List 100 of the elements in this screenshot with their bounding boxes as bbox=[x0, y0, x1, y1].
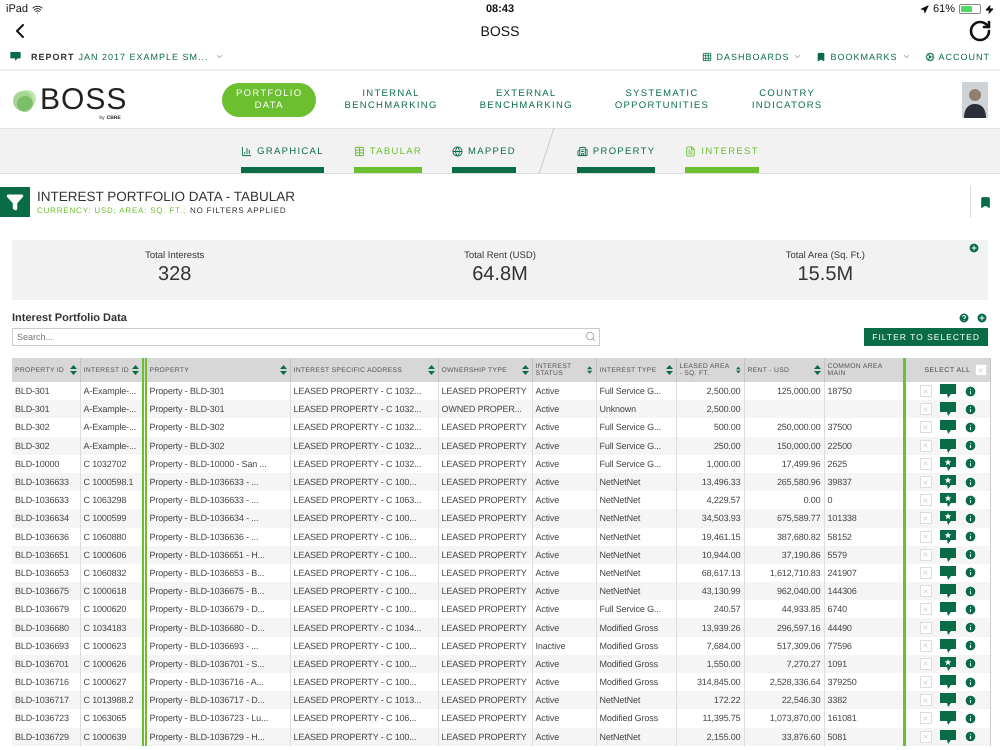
comment-icon[interactable] bbox=[940, 584, 956, 598]
row-checkbox[interactable] bbox=[920, 421, 932, 434]
sort-icon[interactable] bbox=[280, 365, 286, 375]
comment-icon[interactable] bbox=[940, 420, 956, 434]
level-tab[interactable]: PROPERTY bbox=[576, 146, 656, 173]
cross-icon bbox=[922, 551, 929, 558]
comment-icon[interactable] bbox=[940, 602, 956, 616]
row-checkbox[interactable] bbox=[920, 730, 932, 743]
comment-icon[interactable] bbox=[940, 693, 956, 708]
row-checkbox[interactable] bbox=[920, 403, 932, 416]
info-icon[interactable] bbox=[964, 476, 976, 489]
info-icon[interactable] bbox=[964, 384, 976, 398]
sort-icon[interactable] bbox=[428, 365, 434, 375]
add-button[interactable] bbox=[968, 242, 980, 254]
info-icon[interactable] bbox=[964, 402, 976, 416]
info-icon[interactable] bbox=[964, 712, 976, 725]
comment-icon[interactable] bbox=[940, 438, 956, 453]
view-tab[interactable]: GRAPHICAL bbox=[241, 146, 324, 173]
info-icon[interactable] bbox=[964, 494, 976, 507]
info-icon[interactable] bbox=[964, 512, 976, 525]
battery-icon bbox=[959, 4, 982, 14]
info-icon[interactable] bbox=[964, 439, 976, 452]
starred-comment-icon[interactable] bbox=[940, 493, 956, 508]
row-checkbox[interactable] bbox=[920, 640, 932, 652]
view-tab[interactable]: MAPPED bbox=[452, 146, 516, 173]
info-icon[interactable] bbox=[964, 566, 976, 580]
main-tab[interactable]: EXTERNAL BENCHMARKING bbox=[466, 82, 587, 116]
row-checkbox[interactable] bbox=[920, 658, 932, 670]
cross-icon bbox=[922, 624, 929, 632]
info-icon[interactable] bbox=[964, 621, 976, 634]
comment-icon[interactable] bbox=[940, 548, 956, 562]
comment-icon[interactable] bbox=[940, 402, 956, 416]
info-icon[interactable] bbox=[964, 530, 976, 544]
help-icon[interactable] bbox=[958, 312, 970, 324]
row-checkbox[interactable] bbox=[920, 530, 932, 543]
row-checkbox[interactable] bbox=[920, 512, 932, 524]
starred-comment-icon[interactable] bbox=[940, 511, 956, 526]
table-cell: Active bbox=[532, 728, 596, 746]
info-icon[interactable] bbox=[964, 676, 976, 689]
comment-icon[interactable] bbox=[940, 620, 956, 635]
row-checkbox[interactable] bbox=[920, 694, 932, 706]
info-icon[interactable] bbox=[964, 457, 976, 470]
sort-icon[interactable] bbox=[70, 365, 76, 375]
sort-icon[interactable] bbox=[132, 365, 138, 375]
row-checkbox[interactable] bbox=[920, 458, 932, 470]
starred-comment-icon[interactable] bbox=[940, 456, 956, 471]
starred-comment-icon[interactable] bbox=[940, 656, 956, 671]
row-checkbox[interactable] bbox=[920, 385, 932, 398]
comment-icon[interactable] bbox=[940, 638, 956, 653]
info-icon[interactable] bbox=[964, 420, 976, 434]
sort-icon[interactable] bbox=[814, 365, 820, 375]
info-icon[interactable] bbox=[964, 602, 976, 616]
row-checkbox[interactable] bbox=[920, 622, 932, 634]
sort-icon[interactable] bbox=[587, 365, 592, 375]
menu-link[interactable]: BOOKMARKS bbox=[802, 52, 910, 62]
search-field[interactable]: Search... bbox=[12, 328, 600, 346]
row-checkbox[interactable] bbox=[920, 548, 932, 561]
cross-icon bbox=[922, 514, 929, 522]
select-all-checkbox[interactable] bbox=[974, 364, 986, 376]
info-icon[interactable] bbox=[964, 657, 976, 670]
info-icon[interactable] bbox=[964, 548, 976, 562]
comment-icon[interactable] bbox=[940, 566, 956, 580]
info-icon[interactable] bbox=[964, 639, 976, 652]
report-dropdown[interactable]: JAN 2017 EXAMPLE SM... bbox=[78, 52, 224, 62]
comment-icon[interactable] bbox=[940, 384, 956, 398]
refresh-button[interactable] bbox=[968, 19, 992, 43]
main-tab[interactable]: COUNTRY INDICATORS bbox=[737, 82, 838, 116]
row-checkbox[interactable] bbox=[920, 566, 932, 579]
filter-button[interactable] bbox=[0, 187, 30, 217]
info-icon[interactable] bbox=[964, 730, 976, 744]
row-checkbox[interactable] bbox=[920, 440, 932, 452]
bar-chart-icon bbox=[241, 146, 252, 157]
row-checkbox[interactable] bbox=[920, 585, 932, 598]
main-tab[interactable]: SYSTEMATIC OPPORTUNITIES bbox=[600, 82, 724, 116]
row-checkbox[interactable] bbox=[920, 603, 932, 616]
comment-icon[interactable] bbox=[940, 675, 956, 690]
starred-comment-icon[interactable] bbox=[940, 475, 956, 490]
main-tab[interactable]: INTERNAL BENCHMARKING bbox=[330, 82, 452, 116]
comment-icon[interactable] bbox=[940, 730, 956, 744]
starred-comment-icon[interactable] bbox=[940, 530, 956, 544]
stat-label: Total Rent (USD) bbox=[464, 250, 536, 261]
row-checkbox[interactable] bbox=[920, 712, 932, 724]
add-icon[interactable] bbox=[976, 312, 988, 324]
cross-icon bbox=[922, 642, 929, 650]
row-checkbox[interactable] bbox=[920, 476, 932, 488]
table-cell: 2,155.00 bbox=[676, 728, 744, 746]
row-checkbox[interactable] bbox=[920, 676, 932, 688]
comment-icon[interactable] bbox=[940, 711, 956, 726]
info-icon[interactable] bbox=[964, 694, 976, 707]
sort-icon[interactable] bbox=[522, 365, 528, 375]
gears-icon bbox=[924, 52, 934, 62]
row-checkbox[interactable] bbox=[920, 494, 932, 506]
menu-link[interactable]: ACCOUNT bbox=[910, 52, 990, 62]
cross-icon bbox=[922, 388, 929, 395]
info-icon[interactable] bbox=[964, 584, 976, 598]
menu-link[interactable]: DASHBOARDS bbox=[688, 52, 802, 62]
filter-selected-button[interactable]: FILTER TO SELECTED bbox=[864, 328, 988, 346]
avatar[interactable] bbox=[962, 82, 988, 118]
sort-icon[interactable] bbox=[736, 365, 740, 375]
sort-icon[interactable] bbox=[666, 365, 672, 375]
